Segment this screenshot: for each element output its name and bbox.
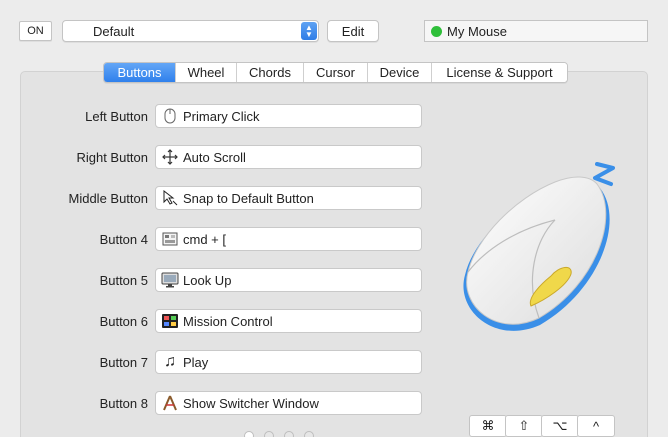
move-arrows-icon [160, 148, 180, 166]
page-dot-2[interactable] [264, 431, 274, 437]
tab-license-support[interactable]: License & Support [432, 63, 567, 82]
device-name: My Mouse [447, 23, 507, 39]
mouse-illustration [463, 162, 615, 331]
button-6-label: Button 6 [99, 314, 148, 329]
on-toggle-button[interactable]: ON [19, 21, 52, 41]
button-4-action[interactable]: cmd + [ [155, 227, 422, 251]
tab-chords[interactable]: Chords [237, 63, 304, 82]
shift-icon: ⇧ [518, 418, 530, 433]
tab-bar: Buttons Wheel Chords Cursor Device Licen… [103, 62, 568, 83]
page-dot-4[interactable] [304, 431, 314, 437]
left-button-label: Left Button [85, 109, 148, 124]
edit-button[interactable]: Edit [327, 20, 379, 42]
right-button-label: Right Button [76, 150, 148, 165]
left-button-action[interactable]: Primary Click [155, 104, 422, 128]
control-icon: ^ [592, 418, 600, 434]
button-7-action[interactable]: ♫ Play [155, 350, 422, 374]
middle-button-label: Middle Button [68, 191, 149, 206]
mission-control-icon [160, 312, 180, 330]
chevron-updown-icon: ▲ ▼ [301, 22, 317, 40]
button-7-label: Button 7 [99, 355, 148, 370]
keyboard-icon [160, 230, 180, 248]
cursor-snap-icon [160, 189, 180, 207]
option-modifier-button[interactable]: ⌥ [541, 415, 579, 437]
right-button-action[interactable]: Auto Scroll [155, 145, 422, 169]
device-indicator: My Mouse [424, 20, 648, 42]
button-5-action[interactable]: Look Up [155, 268, 422, 292]
command-icon: ⌘ [481, 418, 495, 433]
middle-button-action[interactable]: Snap to Default Button [155, 186, 422, 210]
page-dot-1[interactable] [244, 431, 254, 437]
page-dot-3[interactable] [284, 431, 294, 437]
preset-select[interactable]: Default ▲ ▼ [62, 20, 319, 42]
command-modifier-button[interactable]: ⌘ [469, 415, 507, 437]
mouse-icon [160, 107, 180, 125]
preset-select-value: Default [93, 23, 135, 39]
tab-cursor[interactable]: Cursor [304, 63, 368, 82]
shift-modifier-button[interactable]: ⇧ [505, 415, 543, 437]
app-switcher-icon [160, 394, 180, 412]
tab-buttons[interactable]: Buttons [104, 63, 176, 82]
control-modifier-button[interactable]: ^ [577, 415, 615, 437]
button-6-action[interactable]: Mission Control [155, 309, 422, 333]
button-8-label: Button 8 [99, 396, 148, 411]
option-icon: ⌥ [552, 418, 568, 433]
music-note-icon: ♫ [164, 353, 176, 370]
tab-wheel[interactable]: Wheel [176, 63, 237, 82]
status-dot-icon [431, 26, 442, 37]
tab-device[interactable]: Device [368, 63, 432, 82]
button-5-label: Button 5 [99, 273, 148, 288]
monitor-icon [160, 271, 180, 289]
button-8-action[interactable]: Show Switcher Window [155, 391, 422, 415]
button-4-label: Button 4 [99, 232, 148, 247]
